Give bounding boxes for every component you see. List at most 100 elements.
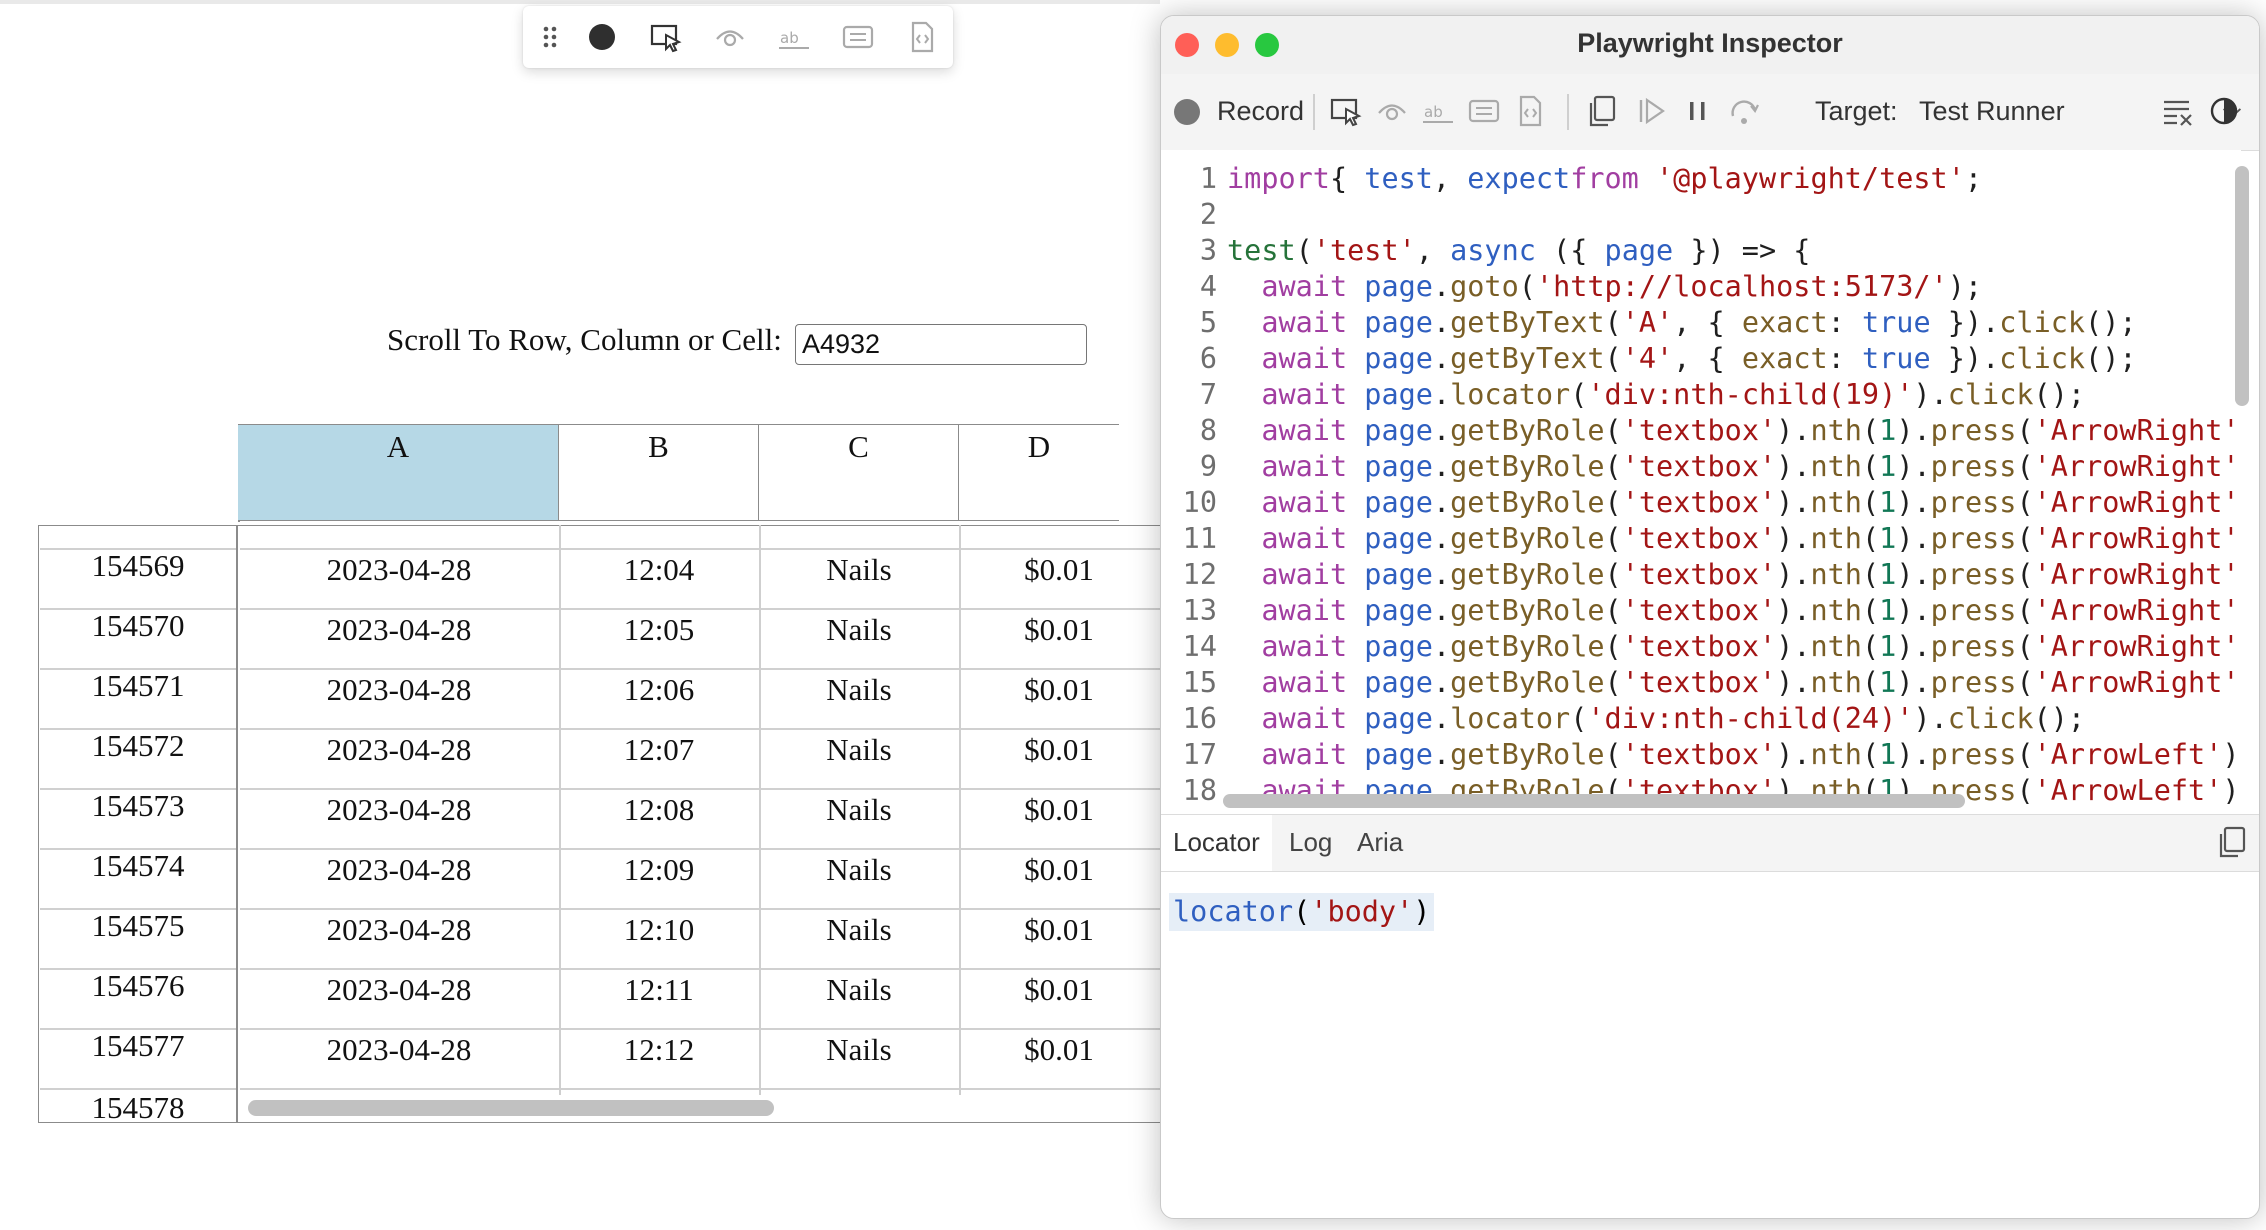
table-cell[interactable]: 12:08 bbox=[564, 792, 754, 828]
line-number: 4 bbox=[1199, 270, 1217, 303]
table-cell[interactable]: Nails bbox=[764, 912, 954, 948]
table-cell[interactable]: 12:05 bbox=[564, 612, 754, 648]
tab-aria[interactable]: Aria bbox=[1357, 827, 1403, 858]
column-header-c[interactable]: C bbox=[759, 424, 959, 521]
row-header[interactable]: 154577 bbox=[43, 1028, 233, 1064]
table-cell[interactable]: Nails bbox=[764, 792, 954, 828]
assert-snapshot-icon[interactable] bbox=[1513, 94, 1547, 130]
table-cell[interactable]: Nails bbox=[764, 612, 954, 648]
table-cell[interactable]: 12:09 bbox=[564, 852, 754, 888]
row-header[interactable]: 154571 bbox=[43, 668, 233, 704]
row-header[interactable]: 154574 bbox=[43, 848, 233, 884]
code-editor[interactable]: 1 import{ test, expectfrom '@playwright/t… bbox=[1161, 150, 2241, 815]
assert-visibility-icon[interactable] bbox=[1375, 94, 1409, 130]
pause-icon[interactable] bbox=[1681, 94, 1715, 130]
column-header-label: B bbox=[648, 429, 669, 464]
code-horizontal-scrollbar[interactable] bbox=[1223, 794, 1965, 808]
assert-snapshot-icon[interactable] bbox=[905, 20, 939, 54]
table-cell[interactable]: $0.01 bbox=[964, 852, 1154, 888]
table-cell[interactable]: 12:11 bbox=[564, 972, 754, 1008]
assert-value-icon[interactable] bbox=[1467, 94, 1501, 130]
table-cell[interactable]: 12:06 bbox=[564, 672, 754, 708]
table-cell[interactable]: $0.01 bbox=[964, 972, 1154, 1008]
table-cell[interactable]: 2023-04-28 bbox=[249, 792, 549, 828]
column-header-a[interactable]: A bbox=[238, 424, 559, 521]
column-header-label: A bbox=[386, 429, 410, 464]
assert-value-icon[interactable] bbox=[841, 20, 875, 54]
resume-icon[interactable] bbox=[1635, 94, 1669, 130]
locator-input[interactable]: locator('body') bbox=[1169, 893, 1435, 931]
tab-locator[interactable]: Locator bbox=[1161, 815, 1272, 871]
clear-icon[interactable] bbox=[2161, 94, 2195, 130]
table-cell[interactable]: $0.01 bbox=[964, 1032, 1154, 1068]
copy-icon[interactable] bbox=[1585, 94, 1619, 130]
table-cell[interactable]: Nails bbox=[764, 672, 954, 708]
table-cell[interactable]: $0.01 bbox=[964, 552, 1154, 588]
table-cell[interactable]: Nails bbox=[764, 732, 954, 768]
assert-text-icon[interactable]: ab bbox=[777, 20, 811, 54]
table-cell[interactable]: 2023-04-28 bbox=[249, 612, 549, 648]
table-cell[interactable]: 2023-04-28 bbox=[249, 972, 549, 1008]
table-cell[interactable]: $0.01 bbox=[964, 792, 1154, 828]
line-number: 18 bbox=[1182, 774, 1217, 807]
table-cell[interactable]: Nails bbox=[764, 1032, 954, 1068]
grid-horizontal-scrollbar[interactable] bbox=[248, 1100, 774, 1116]
code-text: await page.getByRole('textbox').nth(1).p… bbox=[1261, 558, 2240, 591]
code-text: await page.getByRole('textbox').nth(1).p… bbox=[1261, 414, 2240, 447]
table-cell[interactable]: 2023-04-28 bbox=[249, 852, 549, 888]
target-select[interactable]: Target: Test Runner bbox=[1815, 94, 2242, 130]
copy-icon[interactable] bbox=[2215, 825, 2249, 859]
table-cell[interactable]: Nails bbox=[764, 552, 954, 588]
table-cell[interactable]: Nails bbox=[764, 852, 954, 888]
table-cell[interactable]: $0.01 bbox=[964, 912, 1154, 948]
row-header[interactable]: 154578 bbox=[43, 1090, 233, 1126]
code-text: await page.getByRole('textbox').nth(1).p… bbox=[1261, 486, 2240, 519]
step-over-icon[interactable] bbox=[1727, 94, 1761, 130]
code-vertical-scrollbar[interactable] bbox=[2235, 166, 2249, 406]
table-cell[interactable]: 2023-04-28 bbox=[249, 912, 549, 948]
row-header[interactable]: 154569 bbox=[43, 548, 233, 584]
table-cell[interactable]: 12:12 bbox=[564, 1032, 754, 1068]
line-number: 3 bbox=[1199, 234, 1217, 267]
line-number: 17 bbox=[1182, 738, 1217, 771]
line-number: 9 bbox=[1199, 450, 1217, 483]
scroll-to-input[interactable] bbox=[795, 324, 1087, 365]
column-header-label: C bbox=[848, 429, 869, 464]
line-number: 7 bbox=[1199, 378, 1217, 411]
table-cell[interactable]: Nails bbox=[764, 972, 954, 1008]
recorder-toolbar: ab bbox=[523, 6, 953, 68]
pick-locator-icon[interactable] bbox=[649, 20, 683, 54]
row-divider bbox=[240, 1088, 1160, 1090]
row-divider bbox=[240, 968, 1160, 970]
row-divider bbox=[240, 728, 1160, 730]
table-cell[interactable]: 2023-04-28 bbox=[249, 672, 549, 708]
code-text: await page.getByRole('textbox').nth(1).p… bbox=[1261, 522, 2240, 555]
row-header[interactable]: 154575 bbox=[43, 908, 233, 944]
record-icon[interactable] bbox=[585, 20, 619, 54]
row-header[interactable]: 154570 bbox=[43, 608, 233, 644]
title-bar: Playwright Inspector bbox=[1161, 16, 2259, 74]
pick-locator-icon[interactable] bbox=[1329, 94, 1363, 130]
table-cell[interactable]: $0.01 bbox=[964, 732, 1154, 768]
record-button[interactable]: Record bbox=[1171, 94, 1304, 130]
table-cell[interactable]: 12:07 bbox=[564, 732, 754, 768]
table-cell[interactable]: $0.01 bbox=[964, 672, 1154, 708]
column-header-b[interactable]: B bbox=[559, 424, 759, 521]
tab-log[interactable]: Log bbox=[1289, 827, 1332, 858]
table-cell[interactable]: 12:04 bbox=[564, 552, 754, 588]
drag-handle-icon[interactable] bbox=[533, 20, 567, 54]
svg-text:ab: ab bbox=[1424, 103, 1443, 121]
table-cell[interactable]: $0.01 bbox=[964, 612, 1154, 648]
theme-toggle-icon[interactable] bbox=[2207, 94, 2241, 130]
row-header[interactable]: 154572 bbox=[43, 728, 233, 764]
assert-text-icon[interactable]: ab bbox=[1421, 94, 1455, 130]
table-cell[interactable]: 2023-04-28 bbox=[249, 552, 549, 588]
row-header[interactable]: 154573 bbox=[43, 788, 233, 824]
column-header-d[interactable]: D bbox=[959, 424, 1119, 521]
table-cell[interactable]: 2023-04-28 bbox=[249, 732, 549, 768]
row-header[interactable]: 154576 bbox=[43, 968, 233, 1004]
target-value: Test Runner bbox=[1919, 96, 2065, 126]
table-cell[interactable]: 2023-04-28 bbox=[249, 1032, 549, 1068]
assert-visibility-icon[interactable] bbox=[713, 20, 747, 54]
table-cell[interactable]: 12:10 bbox=[564, 912, 754, 948]
